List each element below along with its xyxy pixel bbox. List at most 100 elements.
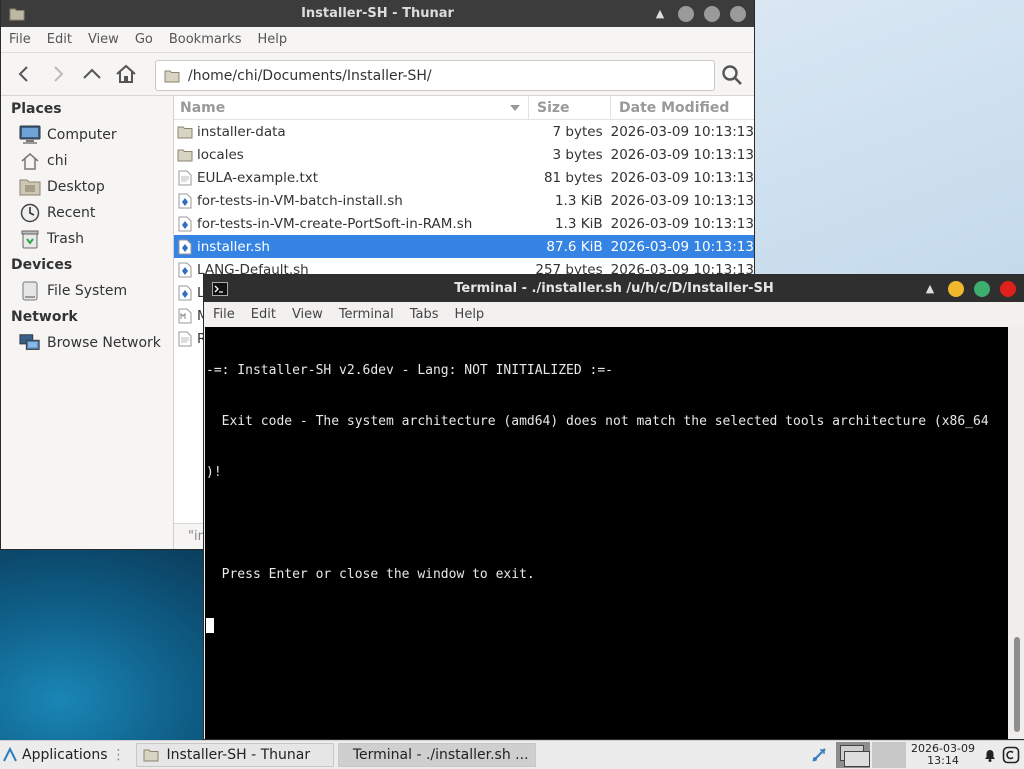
file-size: 1.3 KiB (527, 216, 609, 232)
terminal-icon (212, 282, 228, 296)
separator-icon: ⋮ (112, 747, 126, 763)
minimize-button[interactable] (678, 6, 694, 22)
workspace-switcher[interactable] (836, 742, 906, 768)
terminal-titlebar[interactable]: Terminal - ./installer.sh /u/h/c/D/Insta… (204, 275, 1024, 302)
home-button[interactable] (109, 57, 143, 91)
sidebar-item-browse-network[interactable]: Browse Network (1, 330, 173, 356)
file-row[interactable]: for-tests-in-VM-create-PortSoft-in-RAM.s… (174, 212, 754, 235)
menu-go[interactable]: Go (127, 32, 161, 47)
folder-icon (143, 748, 159, 762)
terminal-cursor-line (206, 617, 1008, 634)
file-row[interactable]: for-tests-in-VM-batch-install.sh1.3 KiB2… (174, 189, 754, 212)
file-name-cell: for-tests-in-VM-batch-install.sh (174, 193, 527, 209)
terminal-output[interactable]: -=: Installer-SH v2.6dev - Lang: NOT INI… (205, 327, 1008, 739)
network-header: Network (1, 304, 173, 330)
file-name: EULA-example.txt (197, 170, 318, 186)
folder-icon (9, 7, 25, 21)
terminal-scrollbar[interactable] (1008, 327, 1024, 739)
notification-bell-icon[interactable] (982, 747, 998, 763)
menu-edit[interactable]: Edit (39, 32, 80, 47)
maximize-button[interactable] (704, 6, 720, 22)
scrollbar-thumb[interactable] (1014, 637, 1020, 732)
menu-help[interactable]: Help (249, 32, 295, 47)
applications-menu-button[interactable]: Applications ⋮ (0, 743, 132, 767)
terminal-window: Terminal - ./installer.sh /u/h/c/D/Insta… (204, 275, 1024, 739)
sidebar-item-label: Trash (47, 231, 84, 247)
terminal-window-title: Terminal - ./installer.sh /u/h/c/D/Insta… (204, 281, 1024, 296)
close-button[interactable] (730, 6, 746, 22)
file-date: 2026-03-09 10:13:13 (609, 216, 754, 232)
file-name-cell: locales (174, 147, 527, 163)
column-size[interactable]: Size (529, 96, 611, 119)
menu-help[interactable]: Help (447, 307, 493, 322)
places-header: Places (1, 96, 173, 122)
back-button[interactable] (7, 57, 41, 91)
taskbar-window-thunar[interactable]: Installer-SH - Thunar (136, 743, 334, 767)
network-status-icon[interactable] (810, 746, 828, 764)
terminal-line (206, 515, 1008, 532)
sidebar-item-chi[interactable]: chi (1, 148, 173, 174)
column-date-modified[interactable]: Date Modified (611, 96, 754, 119)
column-name[interactable]: Name (174, 96, 529, 119)
minimize-button[interactable] (948, 281, 964, 297)
shade-icon[interactable]: ▲ (652, 7, 668, 20)
menu-view[interactable]: View (80, 32, 127, 47)
file-size: 7 bytes (527, 124, 609, 140)
file-name: installer-data (197, 124, 286, 140)
file-name-cell: EULA-example.txt (174, 170, 527, 186)
shade-icon[interactable]: ▲ (922, 282, 938, 295)
sidebar-item-label: Browse Network (47, 335, 161, 351)
workspace-2[interactable] (872, 742, 906, 768)
recent-icon (19, 203, 41, 223)
sidebar-item-trash[interactable]: Trash (1, 226, 173, 252)
menu-file[interactable]: File (1, 32, 39, 47)
close-button[interactable] (1000, 281, 1016, 297)
sidebar-item-desktop[interactable]: Desktop (1, 174, 173, 200)
sidebar-item-label: Computer (47, 127, 117, 143)
location-path: /home/chi/Documents/Installer-SH/ (188, 68, 432, 84)
sidebar: Places Computer chi Desktop Recent Trash… (1, 96, 174, 549)
sidebar-item-label: File System (47, 283, 127, 299)
file-name-cell: installer.sh (174, 239, 527, 255)
file-row[interactable]: locales3 bytes2026-03-09 10:13:13 (174, 143, 754, 166)
menu-tabs[interactable]: Tabs (402, 307, 447, 322)
sidebar-item-computer[interactable]: Computer (1, 122, 173, 148)
text-file-icon (177, 170, 193, 186)
sidebar-item-label: Recent (47, 205, 95, 221)
drive-icon (19, 281, 41, 301)
forward-button[interactable] (41, 57, 75, 91)
script-file-icon (177, 239, 193, 255)
location-bar[interactable]: /home/chi/Documents/Installer-SH/ (155, 60, 715, 91)
file-date: 2026-03-09 10:13:13 (609, 147, 754, 163)
taskbar: Applications ⋮ Installer-SH - Thunar Ter… (0, 740, 1024, 769)
file-size: 1.3 KiB (527, 193, 609, 209)
file-row[interactable]: installer.sh87.6 KiB2026-03-09 10:13:13 (174, 235, 754, 258)
menu-bookmarks[interactable]: Bookmarks (161, 32, 250, 47)
file-date: 2026-03-09 10:13:13 (609, 124, 754, 140)
folder-icon (177, 124, 193, 140)
parent-folder-button[interactable] (75, 57, 109, 91)
menu-edit[interactable]: Edit (243, 307, 284, 322)
search-button[interactable] (717, 60, 747, 89)
sidebar-item-file-system[interactable]: File System (1, 278, 173, 304)
workspace-1[interactable] (836, 742, 870, 768)
terminal-menubar: File Edit View Terminal Tabs Help (204, 302, 1024, 328)
sidebar-item-recent[interactable]: Recent (1, 200, 173, 226)
maximize-button[interactable] (974, 281, 990, 297)
home-icon (115, 64, 137, 84)
terminal-line: -=: Installer-SH v2.6dev - Lang: NOT INI… (206, 362, 1008, 379)
menu-terminal[interactable]: Terminal (331, 307, 402, 322)
file-name: installer.sh (197, 239, 270, 255)
file-row[interactable]: EULA-example.txt81 bytes2026-03-09 10:13… (174, 166, 754, 189)
file-row[interactable]: installer-data 7 bytes2026-03-09 10:13:13 (174, 120, 754, 143)
clock[interactable]: 2026-03-09 13:14 (908, 743, 978, 767)
thunar-titlebar[interactable]: Installer-SH - Thunar ▲ (1, 0, 754, 27)
applications-icon (2, 747, 18, 763)
taskbar-window-terminal[interactable]: Terminal - ./installer.sh ... (338, 743, 536, 767)
menu-view[interactable]: View (284, 307, 331, 322)
arrow-left-icon (16, 65, 32, 83)
menu-file[interactable]: File (205, 307, 243, 322)
home-icon (19, 151, 41, 171)
power-action-icon[interactable] (1002, 746, 1020, 764)
terminal-line: )! (206, 464, 1008, 481)
